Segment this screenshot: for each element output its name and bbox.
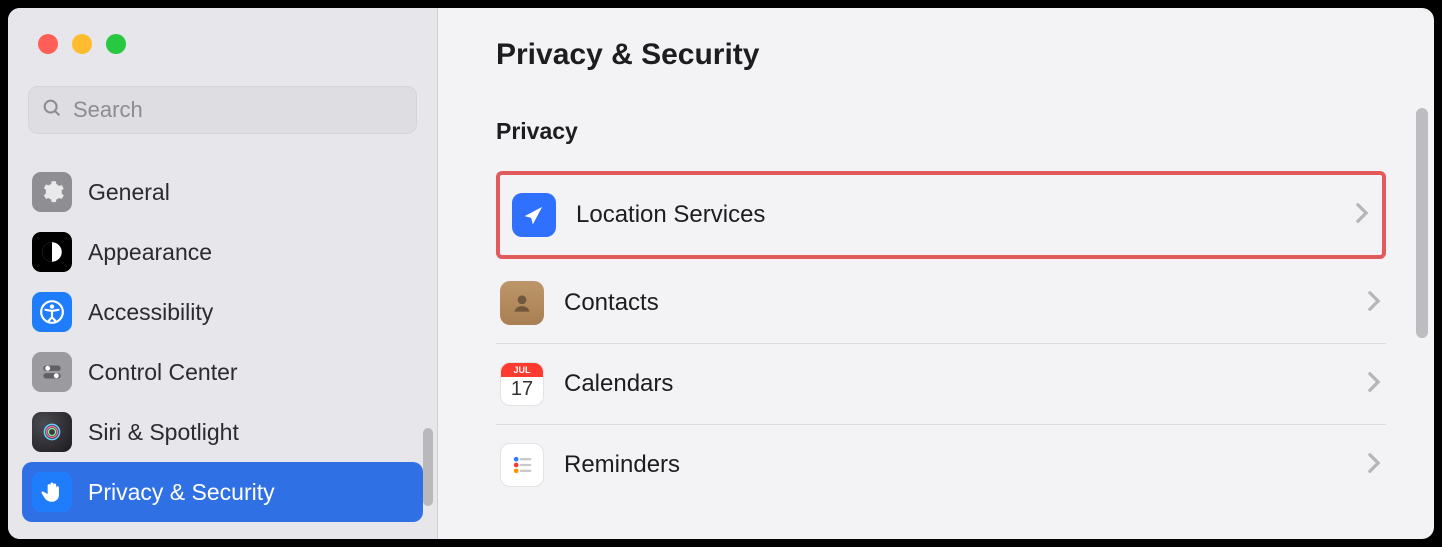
maximize-window-button[interactable] xyxy=(106,34,126,54)
sidebar-item-appearance[interactable]: Appearance xyxy=(22,222,423,282)
search-icon xyxy=(41,97,63,124)
chevron-right-icon xyxy=(1354,202,1370,229)
setting-row-contacts[interactable]: Contacts xyxy=(496,263,1386,344)
hand-icon xyxy=(32,472,72,512)
chevron-right-icon xyxy=(1366,290,1382,317)
control-center-icon xyxy=(32,352,72,392)
sidebar-item-accessibility[interactable]: Accessibility xyxy=(22,282,423,342)
minimize-window-button[interactable] xyxy=(72,34,92,54)
sidebar-item-control-center[interactable]: Control Center xyxy=(22,342,423,402)
setting-row-label: Contacts xyxy=(564,289,1346,317)
setting-row-label: Calendars xyxy=(564,370,1346,398)
setting-row-reminders[interactable]: Reminders xyxy=(496,425,1386,505)
gear-icon xyxy=(32,172,72,212)
chevron-right-icon xyxy=(1366,371,1382,398)
setting-row-label: Location Services xyxy=(576,201,1334,229)
system-settings-window: General Appearance Accessibility Control… xyxy=(8,8,1434,539)
main-scrollbar[interactable] xyxy=(1416,108,1428,338)
sidebar-item-label: General xyxy=(88,179,170,206)
chevron-right-icon xyxy=(1366,452,1382,479)
close-window-button[interactable] xyxy=(38,34,58,54)
sidebar-item-label: Appearance xyxy=(88,239,212,266)
appearance-icon xyxy=(32,232,72,272)
sidebar-item-label: Control Center xyxy=(88,359,238,386)
sidebar: General Appearance Accessibility Control… xyxy=(8,8,438,539)
search-container xyxy=(8,54,437,152)
sidebar-item-label: Siri & Spotlight xyxy=(88,419,239,446)
sidebar-item-label: Privacy & Security xyxy=(88,479,275,506)
calendar-icon: JUL 17 xyxy=(500,362,544,406)
contacts-icon xyxy=(500,281,544,325)
siri-icon xyxy=(32,412,72,452)
reminders-icon xyxy=(500,443,544,487)
search-input[interactable] xyxy=(73,97,404,123)
window-controls xyxy=(8,8,437,54)
highlighted-row-location-services: Location Services xyxy=(496,171,1386,259)
sidebar-item-siri-spotlight[interactable]: Siri & Spotlight xyxy=(22,402,423,462)
sidebar-list: General Appearance Accessibility Control… xyxy=(8,152,437,522)
sidebar-item-label: Accessibility xyxy=(88,299,213,326)
section-title: Privacy xyxy=(496,118,1386,145)
privacy-settings-group: Location Services Contacts JUL xyxy=(496,171,1386,505)
setting-row-location-services[interactable]: Location Services xyxy=(508,187,1374,243)
setting-row-label: Reminders xyxy=(564,451,1346,479)
page-title: Privacy & Security xyxy=(496,38,1386,72)
setting-row-calendars[interactable]: JUL 17 Calendars xyxy=(496,344,1386,425)
accessibility-icon xyxy=(32,292,72,332)
location-arrow-icon xyxy=(512,193,556,237)
sidebar-item-privacy-security[interactable]: Privacy & Security xyxy=(22,462,423,522)
sidebar-item-general[interactable]: General xyxy=(22,162,423,222)
sidebar-scrollbar[interactable] xyxy=(423,428,433,506)
calendar-day-label: 17 xyxy=(511,378,533,401)
main-content: Privacy & Security Privacy Location Serv… xyxy=(438,8,1434,539)
calendar-month-label: JUL xyxy=(501,363,543,377)
search-field[interactable] xyxy=(28,86,417,134)
